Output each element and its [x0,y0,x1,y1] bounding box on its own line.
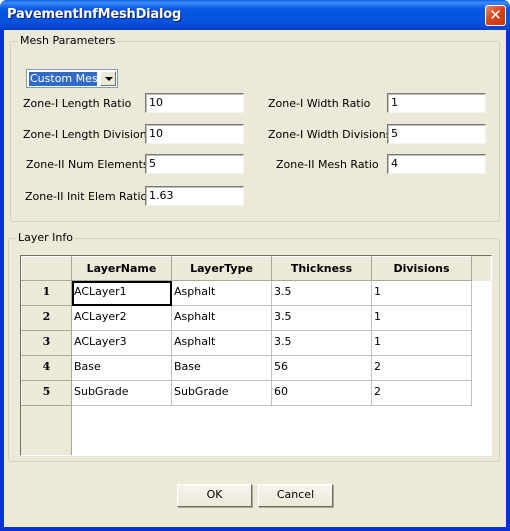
cell-layername[interactable]: ACLayer1 [71,280,172,306]
layer-info-legend: Layer Info [16,231,75,244]
row-header[interactable]: 2 [21,305,72,331]
zone2-mesh-ratio-label: Zone-II Mesh Ratio [276,158,379,171]
cell-layertype[interactable]: Base [171,355,272,381]
cell-thickness[interactable]: 3.5 [271,330,372,356]
window-bottom-border [0,527,510,531]
cell-divisions[interactable]: 1 [371,305,472,331]
ok-button[interactable]: OK [177,484,252,507]
zone1-length-divisions-label: Zone-I Length Divisions [23,128,153,141]
cell-divisions[interactable]: 2 [371,380,472,406]
dialog-client-area: Mesh Parameters Custom Mesh Zone-I Lengt… [4,30,506,527]
grid-corner-cell[interactable] [21,256,72,281]
zone1-width-divisions-label: Zone-I Width Divisions [268,128,392,141]
window-title: PavementInfMeshDialog [7,7,182,22]
table-row: 1 ACLayer1 Asphalt 3.5 1 [21,280,472,306]
grid-header-filler [471,256,491,281]
column-header-layertype[interactable]: LayerType [171,256,272,281]
dialog-window: PavementInfMeshDialog ✕ Mesh Parameters … [0,0,510,531]
close-button[interactable]: ✕ [485,5,506,26]
chevron-down-icon[interactable] [100,71,116,86]
zone1-width-divisions-input[interactable]: 5 [387,124,486,144]
table-row: 3 ACLayer3 Asphalt 3.5 1 [21,330,472,356]
zone2-init-elem-ratio-input[interactable]: 1.63 [145,186,244,206]
row-header[interactable]: 1 [21,280,72,306]
table-row: 4 Base Base 56 2 [21,355,472,381]
cell-divisions[interactable]: 2 [371,355,472,381]
cell-layername[interactable]: SubGrade [71,380,172,406]
row-header[interactable]: 3 [21,330,72,356]
cell-layertype[interactable]: Asphalt [171,305,272,331]
cell-layertype[interactable]: Asphalt [171,280,272,306]
zone1-width-ratio-input[interactable]: 1 [387,93,486,113]
cancel-button[interactable]: Cancel [258,484,333,507]
grid-row-header-filler [21,406,72,455]
cell-layername[interactable]: ACLayer2 [71,305,172,331]
layer-table: LayerName LayerType Thickness Divisions … [21,256,472,406]
cell-layername[interactable]: Base [71,355,172,381]
cell-divisions[interactable]: 1 [371,330,472,356]
mesh-parameters-legend: Mesh Parameters [18,34,118,47]
column-header-divisions[interactable]: Divisions [371,256,472,281]
zone2-num-elements-input[interactable]: 5 [145,154,244,174]
grid-header-row: LayerName LayerType Thickness Divisions [21,256,472,281]
row-header[interactable]: 4 [21,355,72,381]
cell-thickness[interactable]: 3.5 [271,305,372,331]
title-bar[interactable]: PavementInfMeshDialog ✕ [0,0,510,30]
zone1-width-ratio-label: Zone-I Width Ratio [268,97,371,110]
zone2-init-elem-ratio-label: Zone-II Init Elem Ratio [25,190,148,203]
zone1-length-divisions-input[interactable]: 10 [145,124,244,144]
row-header[interactable]: 5 [21,380,72,406]
cell-layertype[interactable]: SubGrade [171,380,272,406]
zone2-num-elements-label: Zone-II Num Elements [26,158,149,171]
column-header-thickness[interactable]: Thickness [271,256,372,281]
zone1-length-ratio-input[interactable]: 10 [145,93,244,113]
mesh-type-selected-value: Custom Mesh [29,72,105,86]
mesh-parameters-group: Mesh Parameters Custom Mesh Zone-I Lengt… [10,34,500,222]
table-row: 2 ACLayer2 Asphalt 3.5 1 [21,305,472,331]
cell-thickness[interactable]: 3.5 [271,280,372,306]
cell-layertype[interactable]: Asphalt [171,330,272,356]
cell-thickness[interactable]: 60 [271,380,372,406]
column-header-layername[interactable]: LayerName [71,256,172,281]
zone1-length-ratio-label: Zone-I Length Ratio [23,97,132,110]
mesh-type-select[interactable]: Custom Mesh [26,69,118,88]
cell-layername[interactable]: ACLayer3 [71,330,172,356]
close-x-icon: ✕ [489,6,502,24]
table-row: 5 SubGrade SubGrade 60 2 [21,380,472,406]
layer-grid[interactable]: LayerName LayerType Thickness Divisions … [20,255,492,456]
cell-divisions[interactable]: 1 [371,280,472,306]
zone2-mesh-ratio-input[interactable]: 4 [387,154,486,174]
cell-thickness[interactable]: 56 [271,355,372,381]
